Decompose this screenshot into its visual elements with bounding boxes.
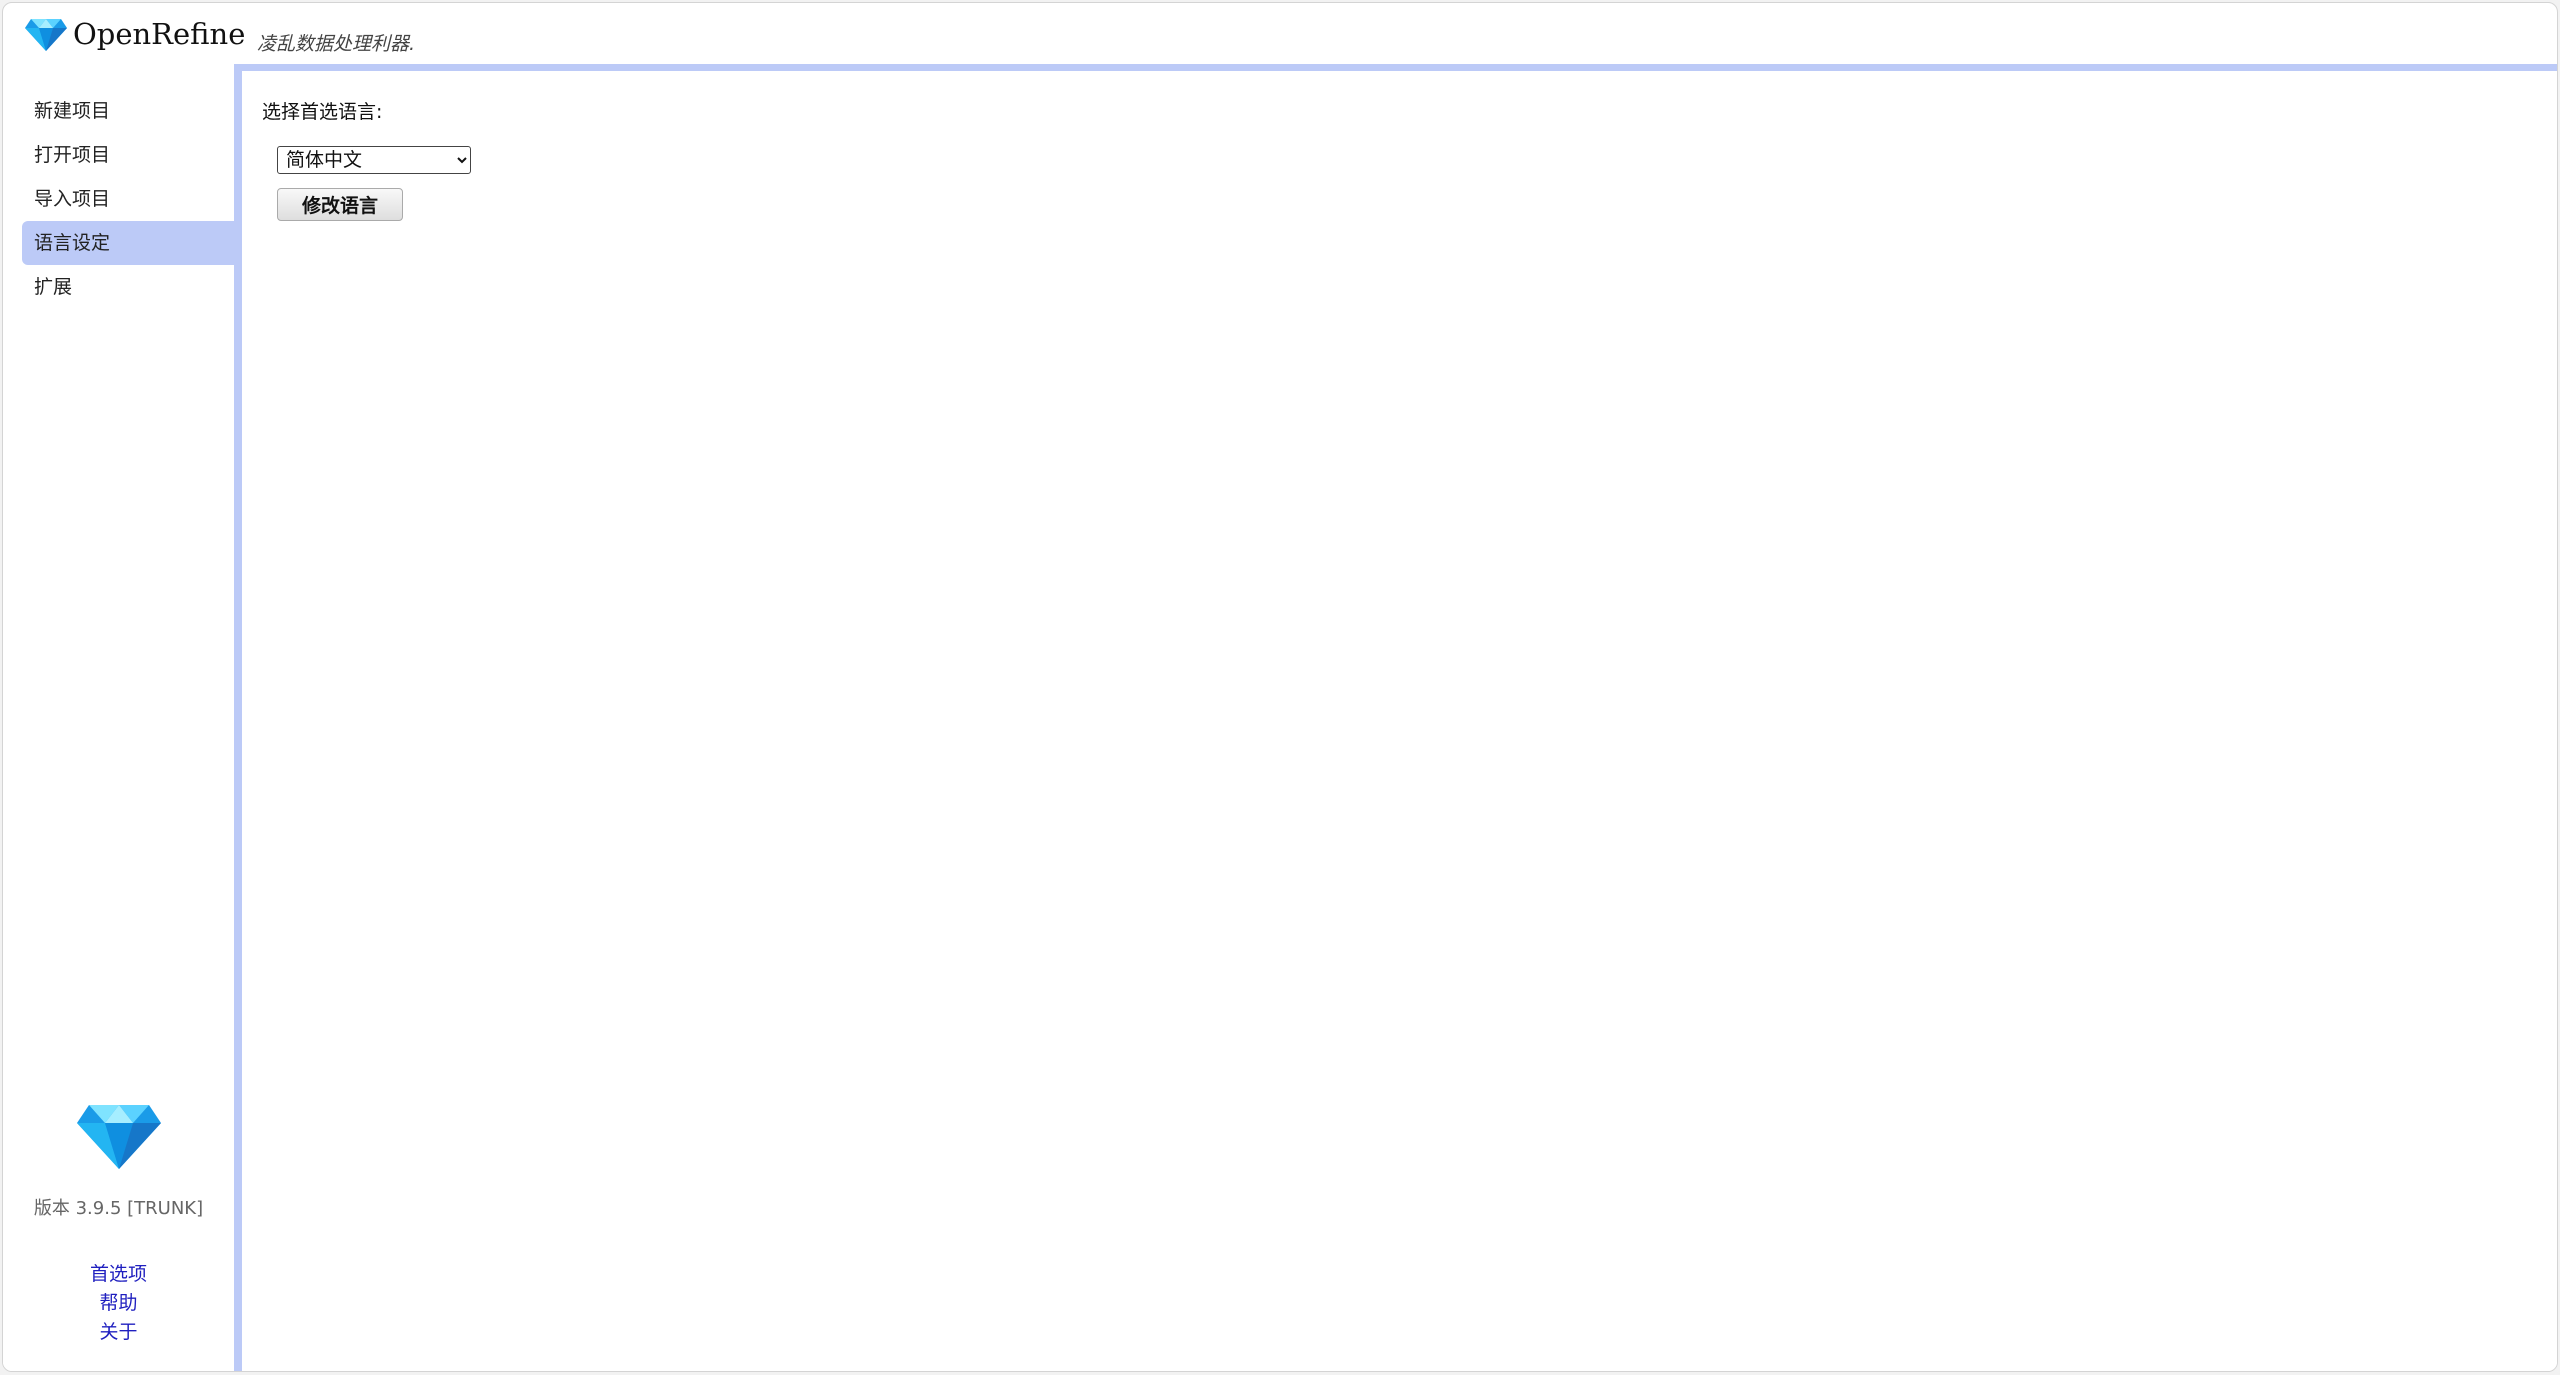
main-panel: 选择首选语言: 简体中文 修改语言 — [234, 64, 2557, 1371]
help-link[interactable]: 帮助 — [3, 1289, 234, 1318]
sidebar-footer: 版本 3.9.5 [TRUNK] 首选项 帮助 关于 — [3, 1105, 234, 1347]
sidebar: 新建项目 打开项目 导入项目 语言设定 扩展 版本 3.9.5 [TRUNK] … — [3, 65, 234, 1371]
change-language-button[interactable]: 修改语言 — [277, 188, 403, 221]
language-label: 选择首选语言: — [262, 101, 383, 123]
sidebar-item-extensions[interactable]: 扩展 — [22, 265, 234, 309]
footer-links: 首选项 帮助 关于 — [3, 1260, 234, 1347]
sidebar-nav: 新建项目 打开项目 导入项目 语言设定 扩展 — [22, 89, 234, 309]
sidebar-item-open-project[interactable]: 打开项目 — [22, 133, 234, 177]
openrefine-logo-icon[interactable] — [25, 19, 67, 51]
about-link[interactable]: 关于 — [3, 1318, 234, 1347]
app-header: OpenRefine 凌乱数据处理利器. — [3, 3, 2557, 65]
app-window: OpenRefine 凌乱数据处理利器. 新建项目 打开项目 导入项目 语言设定… — [2, 2, 2558, 1372]
sidebar-item-import-project[interactable]: 导入项目 — [22, 177, 234, 221]
language-select[interactable]: 简体中文 — [277, 146, 471, 174]
sidebar-item-language-settings[interactable]: 语言设定 — [22, 221, 234, 265]
sidebar-item-create-project[interactable]: 新建项目 — [22, 89, 234, 133]
preferences-link[interactable]: 首选项 — [3, 1260, 234, 1289]
version-text: 版本 3.9.5 [TRUNK] — [33, 1198, 204, 1219]
diamond-icon — [76, 1105, 161, 1169]
app-title[interactable]: OpenRefine — [73, 17, 245, 51]
app-tagline: 凌乱数据处理利器. — [257, 33, 416, 55]
